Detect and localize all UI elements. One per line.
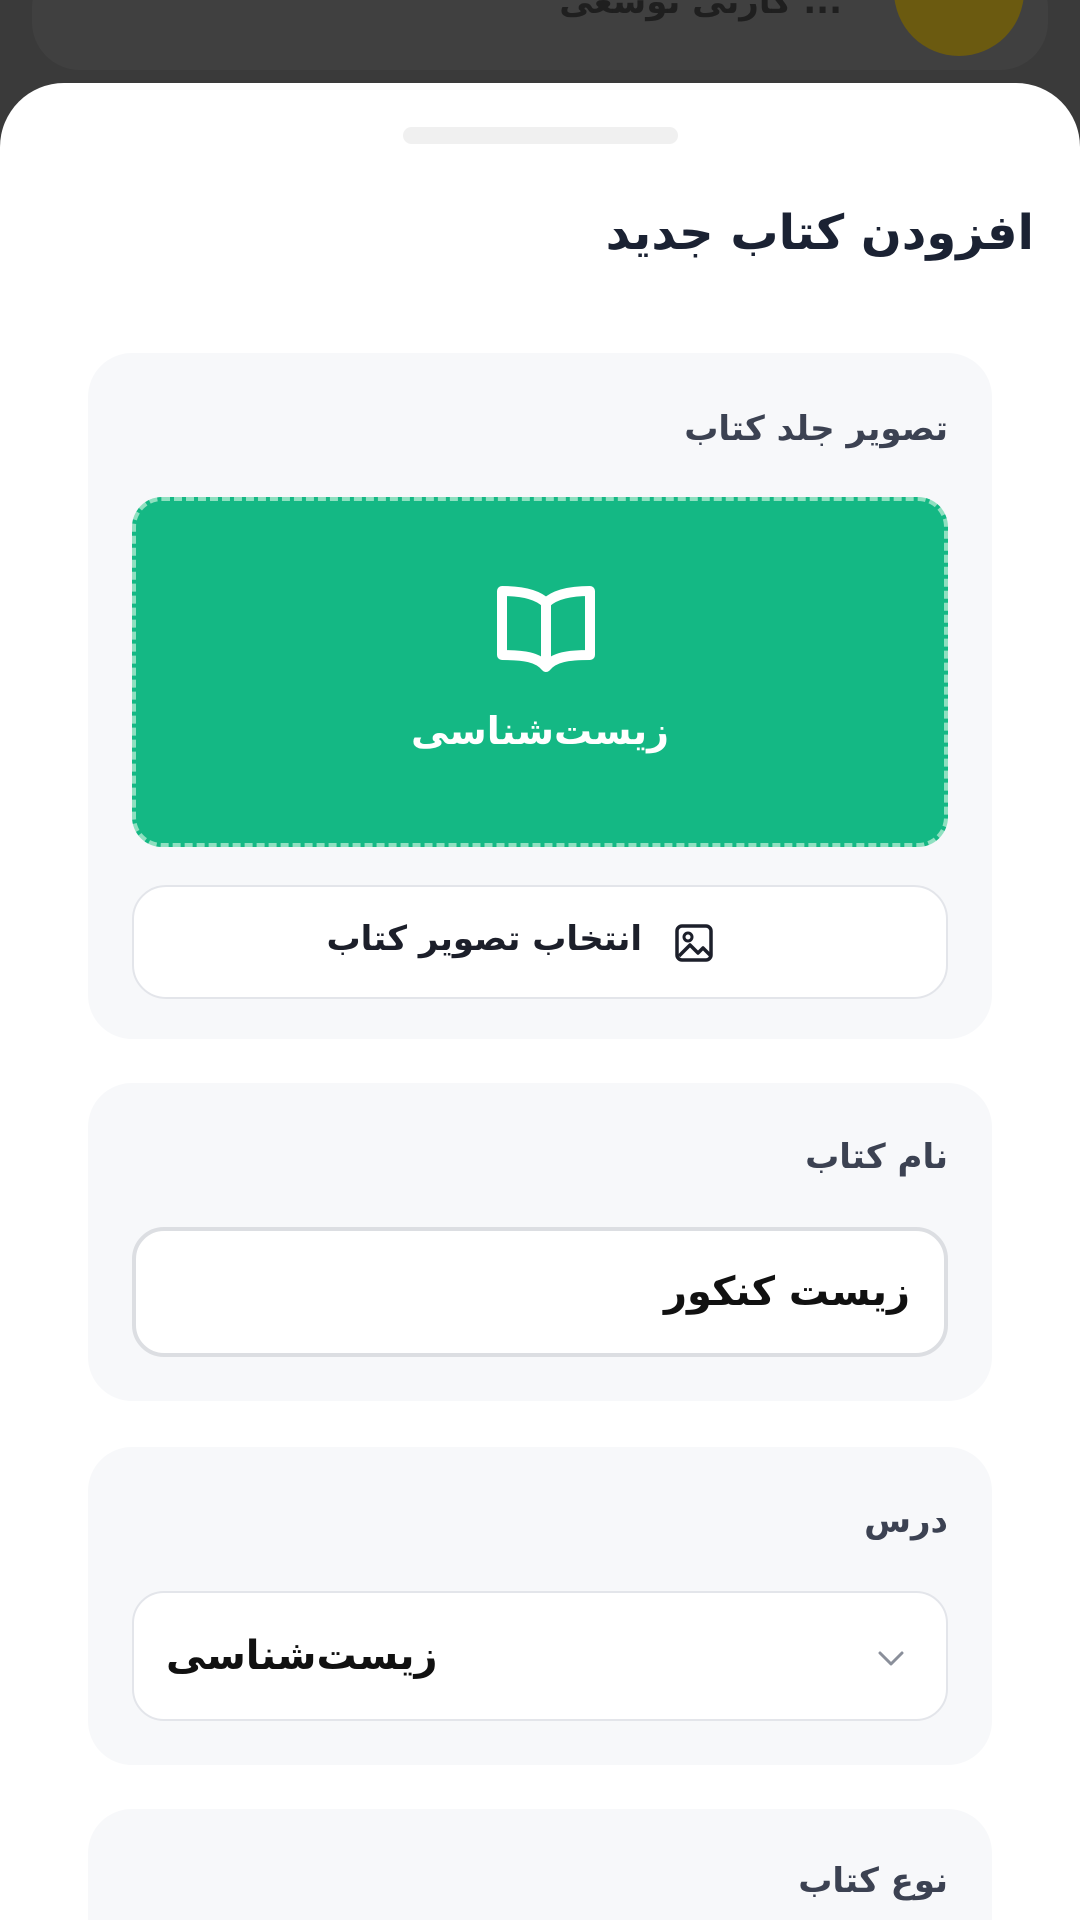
- subject-dropdown[interactable]: زیست‌شناسی: [132, 1591, 948, 1721]
- cover-preview-title: زیست‌شناسی: [410, 709, 669, 753]
- open-book-icon: [497, 586, 595, 672]
- book-name-section: نام کتاب: [88, 1083, 992, 1401]
- add-book-bottom-sheet: افزودن کتاب جدید تصویر جلد کتاب زیست‌شنا…: [0, 83, 1080, 1920]
- book-type-label: نوع کتاب: [798, 1861, 948, 1901]
- subject-section: درس زیست‌شناسی: [88, 1447, 992, 1765]
- image-icon: [675, 924, 713, 962]
- select-cover-image-label: انتخاب تصویر کتاب: [326, 919, 643, 959]
- cover-image-section: تصویر جلد کتاب زیست‌شناسی انتخاب تصویر ک…: [88, 353, 992, 1039]
- sheet-title: افزودن کتاب جدید: [605, 205, 1034, 261]
- background-card: [32, 0, 1048, 70]
- chevron-down-icon: [878, 1651, 904, 1666]
- subject-selected-value: زیست‌شناسی: [166, 1633, 438, 1679]
- select-cover-image-button[interactable]: انتخاب تصویر کتاب: [132, 885, 948, 999]
- book-type-section: نوع کتاب: [88, 1809, 992, 1920]
- subject-label: درس: [864, 1501, 948, 1541]
- book-name-input[interactable]: [132, 1227, 948, 1357]
- sheet-drag-handle[interactable]: [403, 127, 678, 144]
- book-name-label: نام کتاب: [805, 1137, 948, 1177]
- cover-preview[interactable]: زیست‌شناسی: [132, 497, 948, 847]
- background-card-text: ... کارتی توسعی: [559, 0, 842, 22]
- cover-image-label: تصویر جلد کتاب: [684, 409, 948, 449]
